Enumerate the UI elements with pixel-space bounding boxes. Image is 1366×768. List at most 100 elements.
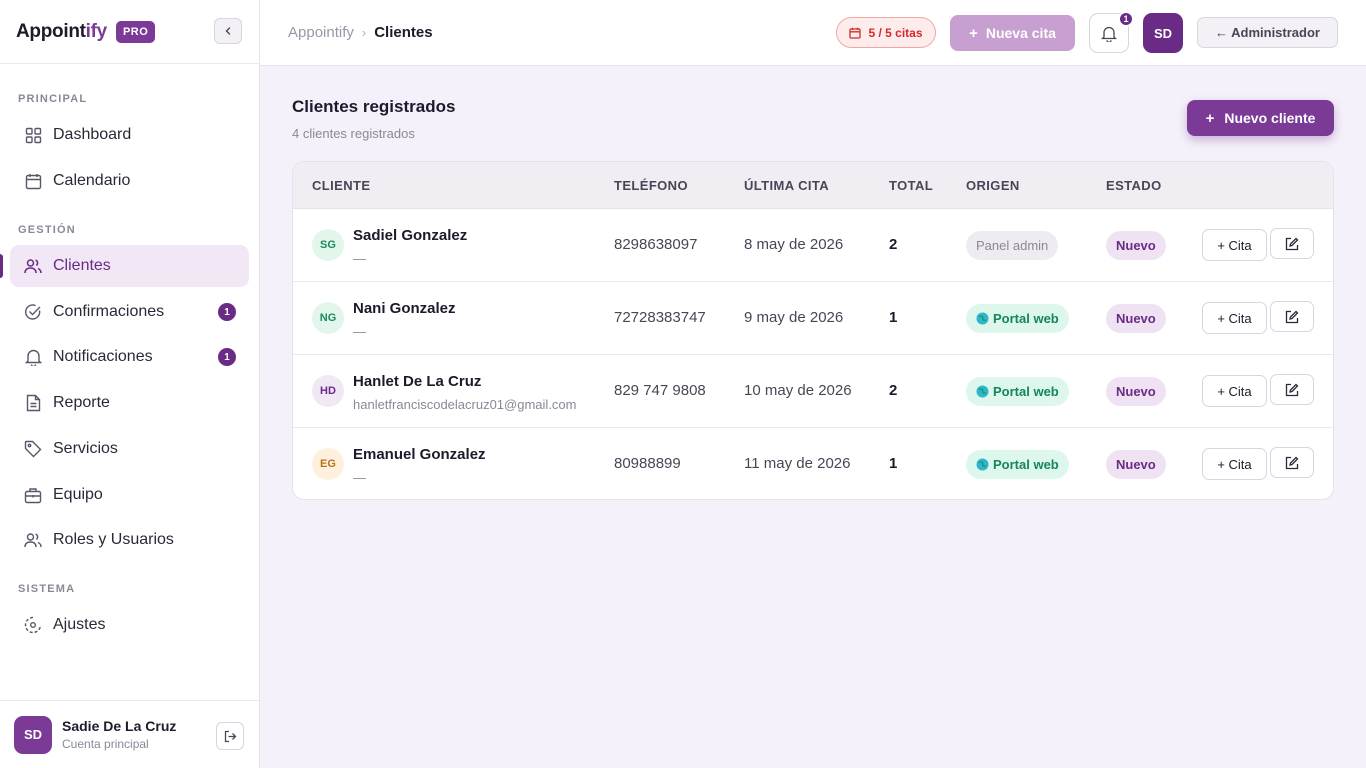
client-phone: 829 747 9808 (614, 382, 706, 399)
sidebar-item-label: Servicios (53, 440, 118, 457)
new-client-button[interactable]: + Nuevo cliente (1187, 100, 1334, 136)
brand-logo[interactable]: Appointify (16, 21, 107, 43)
table-row[interactable]: NG Nani Gonzalez — 72728383747 9 may de … (293, 282, 1333, 355)
origin-badge: Portal web (966, 377, 1069, 406)
section-label-sistema: SISTEMA (18, 583, 76, 595)
document-icon (24, 394, 42, 412)
sidebar-item-clientes[interactable]: Clientes (0, 245, 249, 287)
sidebar-item-label: Roles y Usuarios (53, 531, 174, 548)
status-badge: Nuevo (1106, 231, 1166, 260)
table-row[interactable]: SG Sadiel Gonzalez — 8298638097 8 may de… (293, 209, 1333, 282)
sidebar-user-profile: SD Sadie De La Cruz Cuenta principal (0, 700, 259, 768)
notifications-count-badge: 1 (218, 348, 236, 366)
logout-button[interactable] (216, 722, 244, 750)
notifications-badge: 1 (1118, 11, 1134, 27)
client-avatar: SG (312, 229, 344, 261)
client-last-appointment: 8 may de 2026 (744, 236, 844, 253)
client-avatar: NG (312, 302, 344, 334)
client-total: 1 (889, 455, 898, 472)
new-appointment-button[interactable]: + Nueva cita (950, 15, 1075, 51)
calendar-icon (849, 27, 862, 39)
sidebar-item-label: Dashboard (53, 126, 132, 143)
add-appointment-button[interactable]: + Cita (1202, 229, 1267, 261)
client-email: hanletfranciscodelacruz01@gmail.com (353, 397, 577, 412)
logout-icon (224, 730, 236, 742)
section-label-principal: PRINCIPAL (18, 93, 88, 105)
status-badge: Nuevo (1106, 304, 1166, 333)
client-name: Nani Gonzalez (353, 300, 456, 317)
user-role: Cuenta principal (62, 737, 149, 751)
sidebar-item-roles-usuarios[interactable]: Roles y Usuarios (10, 519, 249, 561)
sidebar-item-reporte[interactable]: Reporte (10, 382, 249, 424)
client-name: Emanuel Gonzalez (353, 446, 486, 463)
sidebar-item-servicios[interactable]: Servicios (10, 428, 249, 470)
plus-icon: + (1205, 109, 1215, 127)
edit-icon (1285, 237, 1299, 250)
sidebar-item-notificaciones[interactable]: Notificaciones 1 (10, 336, 249, 378)
chevron-left-icon (225, 27, 231, 35)
new-client-label: Nuevo cliente (1224, 110, 1316, 126)
edit-client-button[interactable] (1270, 447, 1314, 478)
administrator-button[interactable]: ← Administrador (1197, 17, 1338, 48)
client-total: 2 (889, 382, 898, 399)
breadcrumb-root-link[interactable]: Appointify (288, 24, 354, 41)
sidebar-item-label: Calendario (53, 172, 131, 189)
grid-icon (24, 126, 42, 144)
table-row[interactable]: HD Hanlet De La Cruz hanletfranciscodela… (293, 355, 1333, 428)
sidebar-item-label: Reporte (53, 394, 110, 411)
sidebar-item-ajustes[interactable]: Ajustes (10, 604, 249, 646)
column-header-ultima-cita: ÚLTIMA CITA (744, 178, 830, 193)
client-phone: 72728383747 (614, 309, 706, 326)
appointments-quota-badge: 5 / 5 citas (836, 17, 936, 48)
status-badge: Nuevo (1106, 450, 1166, 479)
edit-client-button[interactable] (1270, 301, 1314, 332)
column-header-total: TOTAL (889, 178, 934, 193)
pro-badge: PRO (115, 20, 156, 43)
plus-icon: + (969, 24, 978, 42)
user-name: Sadie De La Cruz (62, 718, 177, 734)
column-header-cliente: CLIENTE (312, 178, 371, 193)
edit-client-button[interactable] (1270, 374, 1314, 405)
add-appointment-button[interactable]: + Cita (1202, 302, 1267, 334)
origin-label: Portal web (993, 311, 1059, 326)
table-row[interactable]: EG Emanuel Gonzalez — 80988899 11 may de… (293, 428, 1333, 499)
client-last-appointment: 9 may de 2026 (744, 309, 844, 326)
origin-label: Portal web (993, 384, 1059, 399)
sidebar-item-label: Ajustes (53, 616, 106, 633)
edit-client-button[interactable] (1270, 228, 1314, 259)
confirmations-count-badge: 1 (218, 303, 236, 321)
notifications-button[interactable]: 1 (1089, 11, 1134, 53)
client-total: 1 (889, 309, 898, 326)
sidebar-item-dashboard[interactable]: Dashboard (10, 114, 249, 156)
client-last-appointment: 11 may de 2026 (744, 455, 851, 472)
client-email: — (353, 324, 366, 339)
edit-icon (1285, 456, 1299, 469)
bell-icon (1101, 26, 1117, 42)
sidebar-item-label: Confirmaciones (53, 303, 165, 320)
client-email: — (353, 470, 366, 485)
users-icon (24, 531, 42, 549)
collapse-sidebar-button[interactable] (214, 18, 242, 44)
brand-header: Appointify PRO (0, 0, 259, 64)
sidebar-item-confirmaciones[interactable]: Confirmaciones 1 (10, 291, 249, 333)
client-avatar: EG (312, 448, 344, 480)
column-header-estado: ESTADO (1106, 178, 1162, 193)
globe-icon (976, 312, 989, 325)
tag-icon (24, 440, 42, 458)
client-last-appointment: 10 may de 2026 (744, 382, 852, 399)
sidebar-item-equipo[interactable]: Equipo (10, 474, 249, 516)
breadcrumb: Appointify › Clientes (288, 24, 433, 41)
origin-badge: Portal web (966, 450, 1069, 479)
avatar[interactable]: SD (14, 715, 52, 754)
avatar[interactable]: SD (1143, 13, 1183, 53)
sidebar-item-label: Notificaciones (53, 348, 153, 365)
client-name: Hanlet De La Cruz (353, 373, 482, 390)
breadcrumb-separator: › (361, 25, 367, 40)
sidebar-item-calendario[interactable]: Calendario (10, 160, 249, 202)
sidebar-item-label: Clientes (53, 257, 111, 274)
origin-badge: Panel admin (966, 231, 1059, 260)
add-appointment-button[interactable]: + Cita (1202, 448, 1267, 480)
origin-label: Portal web (993, 457, 1059, 472)
client-phone: 80988899 (614, 455, 681, 472)
add-appointment-button[interactable]: + Cita (1202, 375, 1267, 407)
